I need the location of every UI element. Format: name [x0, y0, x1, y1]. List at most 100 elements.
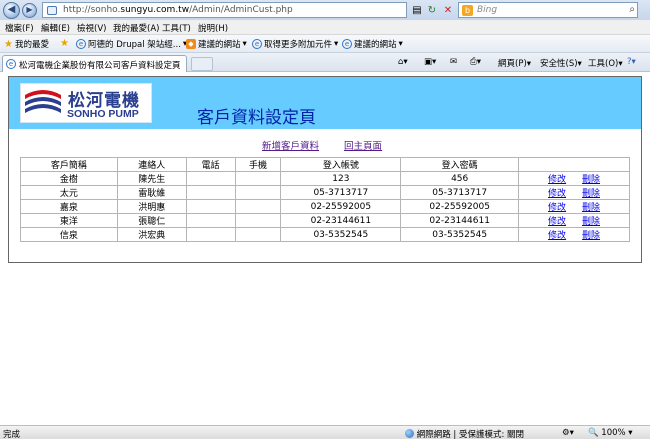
status-text: 完成 — [3, 430, 21, 439]
table-row: 太元 雷耿維 05-3713717 05-3713717 修改 刪除 — [20, 185, 630, 200]
cell-actions: 修改 刪除 — [518, 199, 630, 214]
cell-contact: 雷耿維 — [116, 185, 187, 200]
search-icon[interactable]: ⌕ — [629, 4, 635, 15]
chevron-down-icon: ▾ — [334, 39, 339, 49]
cell-phone — [185, 171, 236, 186]
search-input[interactable]: b Bing ⌕ — [458, 2, 638, 18]
cell-mobile — [234, 199, 282, 214]
bing-icon: b — [462, 5, 473, 16]
forward-icon[interactable]: ▶ — [22, 3, 37, 18]
new-tab-button[interactable] — [191, 57, 213, 71]
tab-bar: e 松河電機企業股份有限公司客戶資料設定頁 ⌂▾ ▣▾ ✉ ⎙▾ 網頁(P)▾ … — [0, 53, 650, 72]
delete-link[interactable]: 刪除 — [582, 231, 600, 241]
edit-link[interactable]: 修改 — [548, 175, 566, 185]
cell-actions: 修改 刪除 — [518, 171, 630, 186]
favorites-button[interactable]: ★ 我的最愛 — [4, 38, 49, 51]
menu-help[interactable]: 說明(H) — [198, 22, 228, 34]
cell-account: 02-23144611 — [280, 213, 402, 228]
home-link[interactable]: 回主頁面 — [344, 141, 382, 152]
mail-icon[interactable]: ✉ — [450, 57, 457, 67]
table-row: 金樹 陳先生 123 456 修改 刪除 — [20, 171, 630, 186]
favorite-link-suggested[interactable]: ◆ 建議的網站 ▾ — [186, 38, 247, 50]
header-contact: 連絡人 — [116, 157, 187, 172]
page-content: 松河電機 SONHO PUMP 客戶資料設定頁 新增客戶資料 回主頁面 客戶簡稱… — [0, 72, 650, 425]
cell-mobile — [234, 171, 282, 186]
cell-password: 05-3713717 — [400, 185, 520, 200]
cell-name: 嘉泉 — [20, 199, 118, 214]
edit-link[interactable]: 修改 — [548, 217, 566, 227]
cell-name: 太元 — [20, 185, 118, 200]
zoom-level[interactable]: 🔍 100% ▾ — [588, 428, 633, 438]
home-icon[interactable]: ⌂▾ — [398, 57, 408, 67]
menu-file[interactable]: 檔案(F) — [5, 22, 34, 34]
ie-page-icon: e — [76, 39, 86, 49]
delete-link[interactable]: 刪除 — [582, 217, 600, 227]
cell-actions: 修改 刪除 — [518, 185, 630, 200]
cell-contact: 陳先生 — [116, 171, 187, 186]
cell-name: 金樹 — [20, 171, 118, 186]
cell-mobile — [234, 227, 282, 242]
refresh-icon[interactable]: ↻ — [425, 2, 439, 17]
cell-phone — [185, 227, 236, 242]
cell-contact: 洪宏典 — [116, 227, 187, 242]
content-frame: 松河電機 SONHO PUMP 客戶資料設定頁 新增客戶資料 回主頁面 客戶簡稱… — [8, 76, 642, 263]
ie-page-icon: e — [6, 59, 16, 69]
edit-link[interactable]: 修改 — [548, 203, 566, 213]
menu-view[interactable]: 檢視(V) — [77, 22, 106, 34]
favorite-link-suggested-2[interactable]: e 建議的網站 ▾ — [342, 38, 403, 50]
cell-name: 信泉 — [20, 227, 118, 242]
add-favorite-icon[interactable]: ★ — [60, 38, 69, 49]
stop-icon[interactable]: ✕ — [441, 2, 455, 17]
favorite-link-addons[interactable]: e 取得更多附加元件 ▾ — [252, 38, 338, 50]
cell-account: 03-5352545 — [280, 227, 402, 242]
cell-phone — [185, 199, 236, 214]
security-zone[interactable]: 網際網路 | 受保護模式: 關閉 — [405, 428, 524, 439]
company-logo: 松河電機 SONHO PUMP — [20, 83, 152, 123]
delete-link[interactable]: 刪除 — [582, 175, 600, 185]
menu-edit[interactable]: 編輯(E) — [41, 22, 70, 34]
browser-window: ◀ ▶ http://sonho.sungyu.com.tw/Admin/Adm… — [0, 0, 650, 439]
globe-icon — [405, 429, 414, 438]
table-row: 東洋 張聰仁 02-23144611 02-23144611 修改 刪除 — [20, 213, 630, 228]
feeds-icon[interactable]: ▣▾ — [424, 57, 436, 67]
edit-link[interactable]: 修改 — [548, 231, 566, 241]
chevron-down-icon: ▾ — [398, 39, 403, 49]
header-actions — [518, 157, 630, 172]
cell-contact: 張聰仁 — [116, 213, 187, 228]
add-customer-link[interactable]: 新增客戶資料 — [262, 141, 319, 152]
table-header-row: 客戶簡稱 連絡人 電話 手機 登入帳號 登入密碼 — [20, 157, 630, 172]
header-name: 客戶簡稱 — [20, 157, 118, 172]
page-menu[interactable]: 網頁(P)▾ — [498, 57, 531, 69]
url-input[interactable]: http://sonho.sungyu.com.tw/Admin/AdminCu… — [42, 2, 407, 18]
cell-account: 05-3713717 — [280, 185, 402, 200]
help-icon[interactable]: ?▾ — [627, 57, 636, 67]
page-header: 松河電機 SONHO PUMP 客戶資料設定頁 — [9, 77, 641, 129]
cell-actions: 修改 刪除 — [518, 213, 630, 228]
tab-current[interactable]: e 松河電機企業股份有限公司客戶資料設定頁 — [2, 55, 187, 72]
favorite-link-drupal[interactable]: e 阿德的 Drupal 架站經... ▾ — [76, 38, 187, 50]
header-phone: 電話 — [185, 157, 236, 172]
delete-link[interactable]: 刪除 — [582, 203, 600, 213]
cell-account: 123 — [280, 171, 402, 186]
compat-view-icon[interactable]: ▤ — [410, 2, 424, 17]
cell-password: 02-25592005 — [400, 199, 520, 214]
back-icon[interactable]: ◀ — [3, 2, 20, 19]
edit-link[interactable]: 修改 — [548, 189, 566, 199]
table-row: 信泉 洪宏典 03-5352545 03-5352545 修改 刪除 — [20, 227, 630, 242]
delete-link[interactable]: 刪除 — [582, 189, 600, 199]
menu-favorites[interactable]: 我的最愛(A) — [113, 22, 159, 34]
safety-menu[interactable]: 安全性(S)▾ — [540, 57, 582, 69]
tools-menu[interactable]: 工具(O)▾ — [588, 57, 623, 69]
address-bar: ◀ ▶ http://sonho.sungyu.com.tw/Admin/Adm… — [0, 0, 650, 20]
print-icon[interactable]: ⎙▾ — [470, 57, 481, 67]
zoom-settings-icon[interactable]: ⚙▾ — [562, 428, 574, 438]
ie-page-icon: e — [252, 39, 262, 49]
table-row: 嘉泉 洪明惠 02-25592005 02-25592005 修改 刪除 — [20, 199, 630, 214]
cell-name: 東洋 — [20, 213, 118, 228]
url-text: http://sonho.sungyu.com.tw/Admin/AdminCu… — [63, 5, 293, 15]
page-links: 新增客戶資料 回主頁面 — [262, 138, 404, 152]
cell-password: 02-23144611 — [400, 213, 520, 228]
menu-bar: 檔案(F) 編輯(E) 檢視(V) 我的最愛(A) 工具(T) 說明(H) — [0, 20, 650, 35]
menu-tools[interactable]: 工具(T) — [162, 22, 191, 34]
favorites-bar: ★ 我的最愛 ★ e 阿德的 Drupal 架站經... ▾ ◆ 建議的網站 ▾… — [0, 35, 650, 53]
